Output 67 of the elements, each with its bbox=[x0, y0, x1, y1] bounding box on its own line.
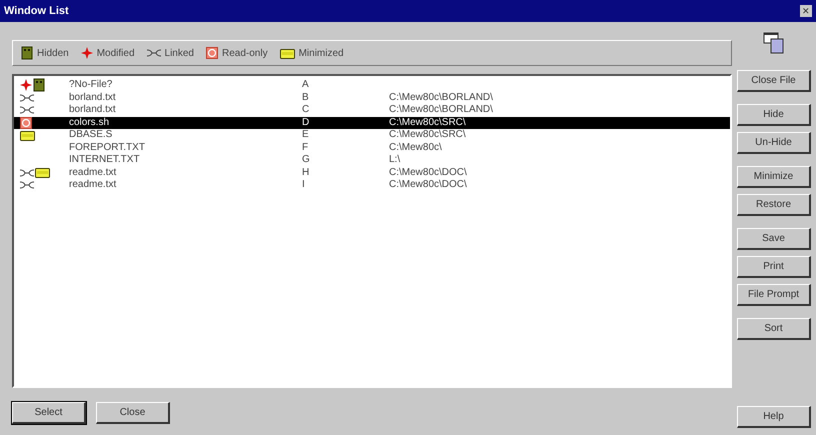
dialog-button[interactable]: Minimize bbox=[737, 166, 811, 188]
dialog-button[interactable]: Sort bbox=[737, 318, 811, 340]
legend-label: Modified bbox=[96, 46, 135, 60]
close-button[interactable]: ✕ bbox=[800, 5, 812, 17]
list-row[interactable]: borland.txt C C:\Mew80c\BORLAND\ bbox=[14, 104, 730, 116]
drive-letter: A bbox=[302, 80, 310, 90]
link-icon bbox=[20, 92, 34, 103]
dialog-button[interactable]: Restore bbox=[737, 194, 811, 216]
legend-label: Minimized bbox=[298, 46, 344, 60]
dialog-button[interactable]: File Prompt bbox=[737, 284, 811, 306]
list-row[interactable]: ?No-File? A bbox=[14, 79, 730, 92]
drive-letter: I bbox=[302, 180, 306, 190]
folder-icon bbox=[20, 130, 35, 141]
file-path: C:\Mew80c\DOC\ bbox=[389, 168, 467, 178]
folder-icon bbox=[35, 167, 50, 178]
link-icon bbox=[20, 168, 34, 178]
file-name: colors.sh bbox=[69, 118, 110, 128]
dialog-button[interactable]: Help bbox=[737, 406, 811, 428]
file-name: INTERNET.TXT bbox=[69, 155, 141, 166]
link-icon bbox=[20, 105, 34, 116]
window-title: Window List bbox=[4, 4, 69, 19]
drive-letter: C bbox=[302, 105, 310, 116]
list-row[interactable]: readme.txt I C:\Mew80c\DOC\ bbox=[14, 179, 730, 192]
star-icon bbox=[80, 47, 93, 59]
file-path: C:\Mew80c\ bbox=[389, 142, 442, 153]
folder-icon bbox=[280, 48, 295, 58]
drive-letter: F bbox=[302, 142, 310, 153]
dialog-button[interactable]: Un-Hide bbox=[737, 132, 811, 154]
link-icon bbox=[20, 180, 34, 190]
list-row[interactable]: colors.sh D C:\Mew80c\SRC\ bbox=[14, 116, 730, 129]
figure-icon bbox=[33, 78, 45, 92]
list-row[interactable]: DBASE.S E C:\Mew80c\SRC\ bbox=[14, 129, 730, 142]
file-name: ?No-File? bbox=[69, 80, 114, 90]
dialog-button[interactable]: Select bbox=[12, 402, 86, 424]
file-name: DBASE.S bbox=[69, 130, 114, 140]
file-path: C:\Mew80c\BORLAND\ bbox=[389, 105, 493, 116]
file-name: FOREPORT.TXT bbox=[69, 142, 146, 153]
file-path: C:\Mew80c\DOC\ bbox=[389, 180, 467, 190]
drive-letter: B bbox=[302, 92, 310, 103]
file-path: C:\Mew80c\SRC\ bbox=[389, 130, 466, 140]
legend-label: Hidden bbox=[37, 46, 69, 60]
legend-label: Linked bbox=[164, 46, 194, 60]
legend-label: Read-only bbox=[222, 46, 268, 60]
file-path: C:\Mew80c\BORLAND\ bbox=[389, 92, 493, 103]
dialog-button[interactable]: Close File bbox=[737, 70, 811, 92]
drive-letter: E bbox=[302, 130, 310, 140]
list-row[interactable]: FOREPORT.TXT F C:\Mew80c\ bbox=[14, 142, 730, 154]
figure-icon bbox=[21, 46, 33, 60]
windows-icon bbox=[763, 30, 785, 54]
list-row[interactable]: readme.txt H C:\Mew80c\DOC\ bbox=[14, 166, 730, 179]
file-name: borland.txt bbox=[69, 105, 117, 116]
drive-letter: H bbox=[302, 168, 310, 178]
dialog-button[interactable]: Print bbox=[737, 256, 811, 278]
file-path: L:\ bbox=[389, 155, 400, 166]
dialog-button[interactable]: Close bbox=[96, 402, 170, 424]
file-name: borland.txt bbox=[69, 92, 117, 103]
list-row[interactable]: INTERNET.TXT G L:\ bbox=[14, 154, 730, 166]
dialog-button[interactable]: Save bbox=[737, 228, 811, 250]
link-icon bbox=[146, 48, 161, 58]
file-name: readme.txt bbox=[69, 180, 118, 190]
star-icon bbox=[20, 79, 32, 92]
list-row[interactable]: borland.txt B C:\Mew80c\BORLAND\ bbox=[14, 92, 730, 104]
file-name: readme.txt bbox=[69, 168, 118, 178]
drive-letter: G bbox=[302, 155, 311, 166]
drive-letter: D bbox=[302, 118, 310, 128]
file-path: C:\Mew80c\SRC\ bbox=[389, 118, 466, 128]
dialog-button[interactable]: Hide bbox=[737, 104, 811, 126]
